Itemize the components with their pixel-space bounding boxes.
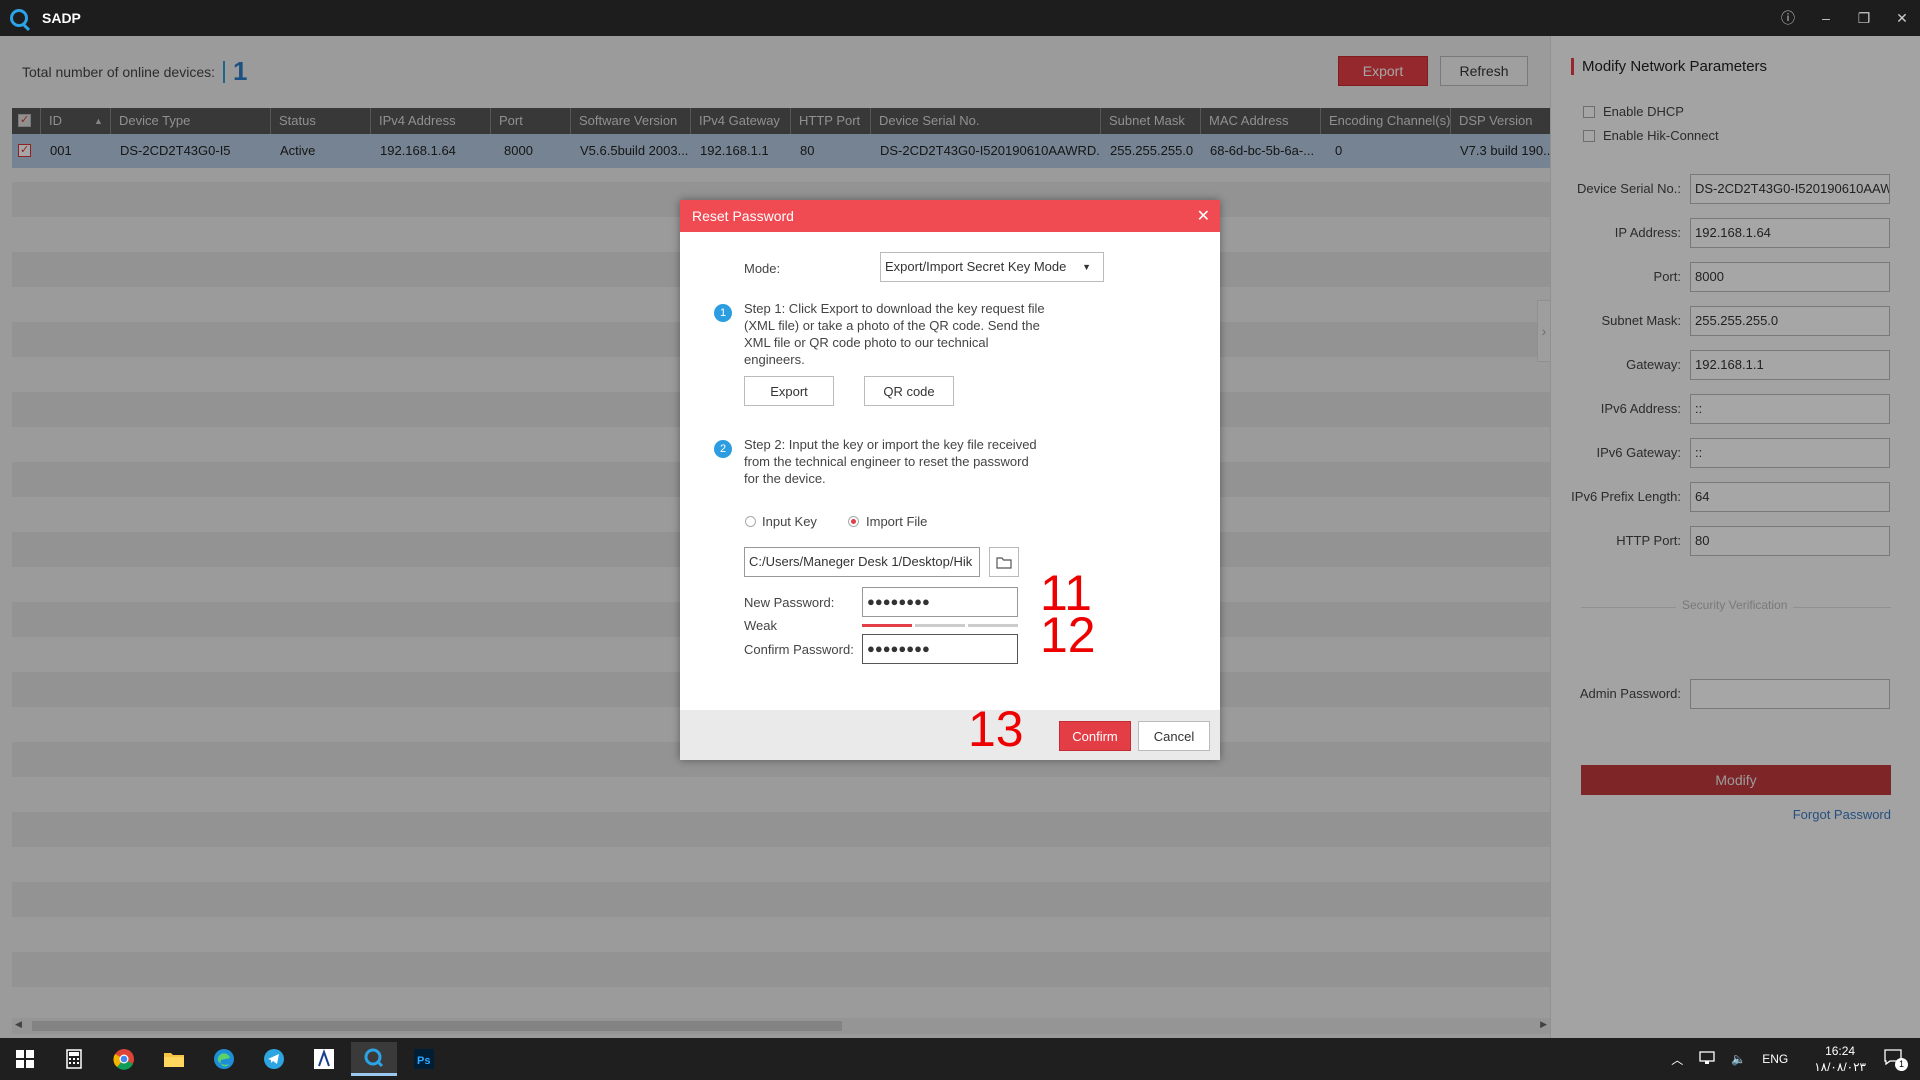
import-file-radio[interactable] — [848, 516, 859, 527]
dialog-header: Reset Password ✕ — [680, 200, 1220, 232]
step1-line: engineers. — [744, 352, 805, 367]
chrome-icon[interactable] — [101, 1042, 147, 1076]
tray-chevron-up-icon[interactable]: ︿ — [1671, 1051, 1683, 1068]
step1-badge: 1 — [714, 304, 732, 322]
svg-text:Ps: Ps — [417, 1055, 430, 1067]
clock-date: ۱۸/۰۸/۰۲۳ — [1814, 1060, 1866, 1074]
input-key-label[interactable]: Input Key — [762, 513, 817, 530]
new-password-input[interactable]: ●●●●●●●● — [862, 587, 1018, 617]
mode-select-value: Export/Import Secret Key Mode — [885, 259, 1067, 274]
confirm-password-input[interactable]: ●●●●●●●● — [862, 634, 1018, 664]
dialog-export-button[interactable]: Export — [744, 376, 834, 406]
notification-count: 1 — [1895, 1058, 1908, 1071]
system-tray: ︿ 🔈 ENG 16:24 ۱۸/۰۸/۰۲۳ 1 — [1663, 1038, 1920, 1080]
app-title: SADP — [42, 10, 81, 26]
close-icon[interactable]: ✕ — [1197, 206, 1210, 226]
confirm-button[interactable]: Confirm — [1059, 721, 1131, 751]
step2-text: Step 2: Input the key or import the key … — [744, 436, 1037, 487]
dialog-footer: Confirm Cancel — [680, 710, 1220, 760]
strength-label: Weak — [744, 618, 777, 633]
sadp-taskbar-icon[interactable] — [351, 1042, 397, 1076]
step2-line: for the device. — [744, 471, 826, 486]
clock-time: 16:24 — [1825, 1044, 1856, 1058]
reset-password-dialog: Reset Password ✕ Mode: Export/Import Sec… — [680, 200, 1220, 760]
clock[interactable]: 16:24 ۱۸/۰۸/۰۲۳ — [1814, 1043, 1866, 1075]
info-icon[interactable]: ⓘ — [1780, 8, 1796, 28]
telegram-icon[interactable] — [251, 1042, 297, 1076]
mode-label: Mode: — [744, 261, 781, 276]
sadp-logo-icon — [10, 9, 28, 27]
restore-icon[interactable]: ❐ — [1856, 10, 1872, 27]
input-key-radio[interactable] — [745, 516, 756, 527]
notification-icon[interactable]: 1 — [1884, 1049, 1908, 1071]
step2-badge: 2 — [714, 440, 732, 458]
strength-segment — [915, 624, 965, 627]
windows-start-icon[interactable] — [2, 1042, 48, 1076]
qr-code-button[interactable]: QR code — [864, 376, 954, 406]
step1-text: Step 1: Click Export to download the key… — [744, 300, 1045, 368]
dialog-title: Reset Password — [692, 208, 794, 224]
mode-select[interactable]: Export/Import Secret Key Mode ▼ — [880, 252, 1104, 282]
windows-taskbar: Ps ︿ 🔈 ENG 16:24 ۱۸/۰۸/۰۲۳ 1 — [0, 1038, 1920, 1080]
calculator-icon[interactable] — [51, 1042, 97, 1076]
import-file-label[interactable]: Import File — [866, 513, 927, 530]
step1-line: Step 1: Click Export to download the key… — [744, 301, 1045, 316]
network-icon[interactable] — [1699, 1050, 1715, 1068]
step1-line: XML file or QR code photo to our technic… — [744, 335, 989, 350]
step2-line: Step 2: Input the key or import the key … — [744, 437, 1037, 452]
strength-segment — [968, 624, 1018, 627]
language-indicator[interactable]: ENG — [1762, 1052, 1788, 1066]
strength-segment — [862, 624, 912, 627]
step2-line: from the technical engineer to reset the… — [744, 454, 1029, 469]
minimize-icon[interactable]: – — [1818, 10, 1834, 26]
confirm-password-label: Confirm Password: — [744, 642, 854, 657]
annotation-12: 12 — [1040, 607, 1096, 663]
photoshop-icon[interactable]: Ps — [401, 1042, 447, 1076]
browse-folder-icon[interactable] — [989, 547, 1019, 577]
new-password-label: New Password: — [744, 595, 835, 610]
cancel-button[interactable]: Cancel — [1138, 721, 1210, 751]
title-bar: SADP ⓘ – ❐ ✕ — [0, 0, 1920, 36]
volume-icon[interactable]: 🔈 — [1731, 1052, 1746, 1066]
annotation-13: 13 — [968, 701, 1024, 757]
app-logo-icon[interactable] — [301, 1042, 347, 1076]
file-explorer-icon[interactable] — [151, 1042, 197, 1076]
file-path-input[interactable]: C:/Users/Maneger Desk 1/Desktop/Hik — [744, 547, 980, 577]
close-icon[interactable]: ✕ — [1894, 10, 1910, 27]
edge-icon[interactable] — [201, 1042, 247, 1076]
chevron-down-icon: ▼ — [1082, 262, 1091, 272]
step1-line: (XML file) or take a photo of the QR cod… — [744, 318, 1040, 333]
